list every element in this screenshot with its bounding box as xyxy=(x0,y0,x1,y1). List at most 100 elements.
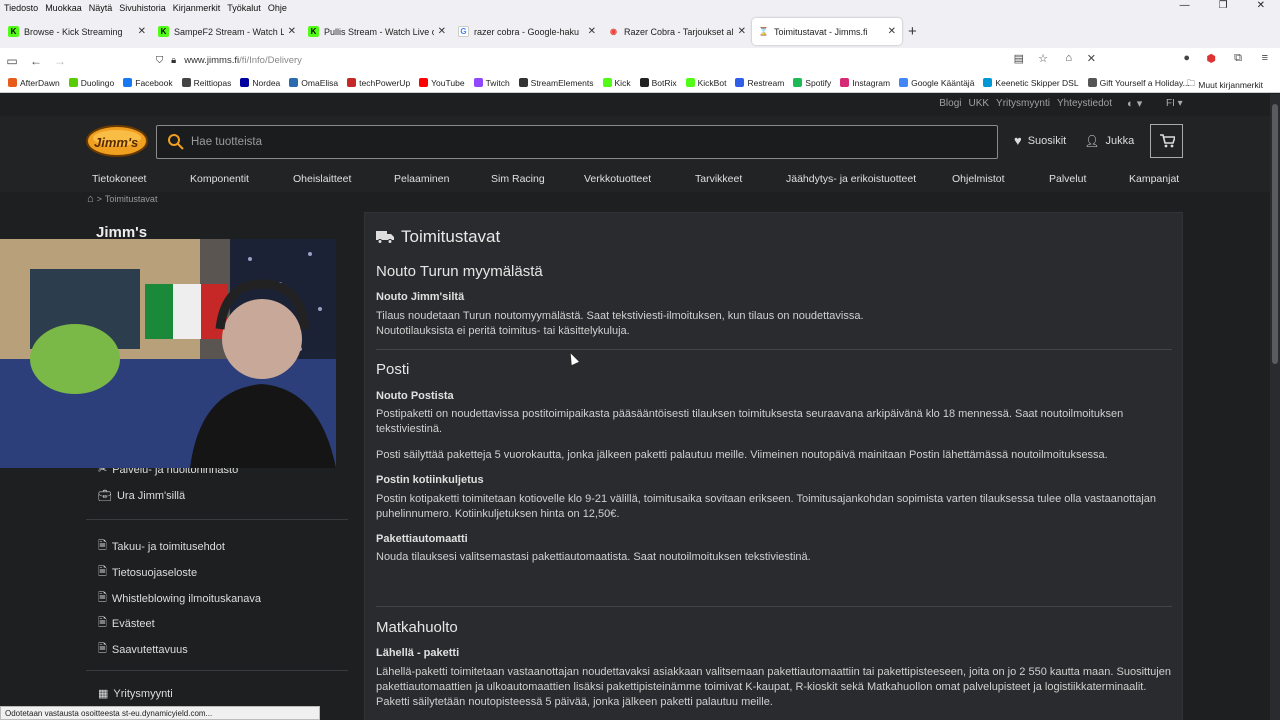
cat-cooling[interactable]: Jäähdytys- ja erikoistuotteet xyxy=(786,173,916,185)
bookmark-item[interactable]: Facebook xyxy=(123,78,173,88)
forward-icon[interactable]: → xyxy=(48,54,72,68)
sidebar-item-privacy[interactable]: 🗎 Tietosuojaseloste xyxy=(98,563,197,582)
building-icon: ▦ xyxy=(98,688,109,700)
cat-software[interactable]: Ohjelmistot xyxy=(952,173,1005,185)
user-icon: 👤︎ xyxy=(1084,133,1100,148)
close-window-icon[interactable]: ✕ xyxy=(1257,0,1265,11)
bookmark-item[interactable]: Restream xyxy=(735,78,784,88)
sidebar-item-cookies[interactable]: 🗎 Evästeet xyxy=(98,614,155,633)
language-select[interactable]: FI ▾ xyxy=(1166,98,1183,109)
bookmark-star-icon[interactable]: ☆ xyxy=(1038,52,1048,65)
cat-peripherals[interactable]: Oheislaitteet xyxy=(293,173,351,185)
close-tab-icon[interactable]: ✕ xyxy=(588,26,596,37)
menu-view[interactable]: Näytä xyxy=(89,3,113,13)
bookmark-label: BotRix xyxy=(651,77,677,88)
close-tab-icon[interactable]: ✕ xyxy=(738,26,746,37)
tab-sampef2[interactable]: K SampeF2 Stream - Watch L ✕ xyxy=(152,18,302,45)
page-scrollbar[interactable] xyxy=(1270,94,1280,720)
menu-bookmarks[interactable]: Kirjanmerkit xyxy=(173,3,221,13)
shield-icon[interactable]: ⛉ xyxy=(156,55,163,66)
bookmark-item[interactable]: AfterDawn xyxy=(8,78,60,88)
tab-razer-offers[interactable]: ◉ Razer Cobra - Tarjoukset alk 36, ✕ xyxy=(602,18,752,45)
link-faq[interactable]: UKK xyxy=(968,98,989,109)
cat-network[interactable]: Verkkotuotteet xyxy=(584,173,651,185)
menu-history[interactable]: Sivuhistoria xyxy=(119,3,166,13)
cat-campaigns[interactable]: Kampanjat xyxy=(1129,173,1179,185)
home-icon[interactable]: ⌂ xyxy=(87,193,94,205)
tab-kick-browse[interactable]: K Browse - Kick Streaming ✕ xyxy=(2,18,152,45)
theme-toggle-icon[interactable]: ◐ ▾ xyxy=(1127,97,1142,110)
cat-computers[interactable]: Tietokoneet xyxy=(92,173,146,185)
sidebar-toggle-icon[interactable]: ▭ xyxy=(0,54,24,68)
link-business-sales[interactable]: Yritysmyynti xyxy=(996,98,1050,109)
stop-icon[interactable]: ✕ xyxy=(1087,52,1096,65)
bookmark-item[interactable]: Nordea xyxy=(240,78,280,88)
bookmark-item[interactable]: Keenetic Skipper DSL xyxy=(983,78,1079,88)
bookmark-item[interactable]: Spotify xyxy=(793,78,831,88)
bookmark-item[interactable]: BotRix xyxy=(639,77,677,88)
maximize-icon[interactable]: ❐ xyxy=(1219,0,1228,11)
heart-icon: ♥ xyxy=(1014,133,1022,148)
cat-services[interactable]: Palvelut xyxy=(1049,173,1086,185)
account-label: Jukka xyxy=(1105,134,1135,147)
lock-icon[interactable]: 🔒︎ xyxy=(171,55,176,66)
menu-icon[interactable]: ≡ xyxy=(1262,52,1268,64)
paragraph: Postipaketti on noudettavissa postitoimi… xyxy=(376,408,1124,435)
menu-edit[interactable]: Muokkaa xyxy=(45,3,82,13)
reader-view-icon[interactable]: ▤ xyxy=(1014,52,1024,65)
extensions-icon[interactable]: ⧉ xyxy=(1234,52,1242,65)
menu-help[interactable]: Ohje xyxy=(268,3,287,13)
home-icon[interactable]: ⌂ xyxy=(1065,52,1072,64)
sidebar-item-business[interactable]: ▦ Yritysmyynti xyxy=(98,687,173,701)
sidebar-item-careers[interactable]: 💼︎ Ura Jimm'sillä xyxy=(98,489,185,503)
cart-button[interactable] xyxy=(1150,124,1183,158)
bookmark-label: AfterDawn xyxy=(20,77,60,88)
sidebar-item-label: Saavutettavuus xyxy=(111,643,188,656)
extension-icon[interactable]: ● xyxy=(1183,52,1190,64)
close-tab-icon[interactable]: ✕ xyxy=(138,26,146,37)
cat-components[interactable]: Komponentit xyxy=(190,173,249,185)
tab-jimms-delivery[interactable]: ⌛ Toimitustavat - Jimms.fi ✕ xyxy=(752,18,902,45)
bookmark-item[interactable]: OmaElisa xyxy=(289,78,338,88)
bookmark-item[interactable]: techPowerUp xyxy=(347,78,410,88)
webcam-overlay xyxy=(0,239,336,468)
cat-accessories[interactable]: Tarvikkeet xyxy=(695,173,742,185)
new-tab-icon[interactable]: + xyxy=(908,23,917,40)
paragraph: Tilaus noudetaan Turun noutomyymälästä. … xyxy=(376,310,864,322)
bookmark-favicon-icon xyxy=(181,78,191,87)
cat-sim-racing[interactable]: Sim Racing xyxy=(491,173,545,185)
other-bookmarks-folder[interactable]: 🗀 Muut kirjanmerkit xyxy=(1187,78,1263,92)
bookmark-item[interactable]: YouTube xyxy=(419,78,465,88)
menu-file[interactable]: Tiedosto xyxy=(4,3,38,13)
bookmark-item[interactable]: Gift Yourself a Holiday... xyxy=(1087,78,1190,88)
tab-pullis[interactable]: K Pullis Stream - Watch Live o ✕ xyxy=(302,18,452,45)
bookmark-item[interactable]: KickBot xyxy=(685,78,726,88)
close-tab-icon[interactable]: ✕ xyxy=(288,26,296,37)
back-icon[interactable]: ← xyxy=(24,54,48,68)
cat-gaming[interactable]: Pelaaminen xyxy=(394,173,449,185)
close-tab-icon[interactable]: ✕ xyxy=(438,26,446,37)
account-button[interactable]: 👤︎ Jukka xyxy=(1084,134,1134,148)
bookmark-item[interactable]: Kick xyxy=(602,78,631,88)
search-input[interactable]: Hae tuotteista xyxy=(156,125,998,159)
url-bar[interactable]: ⛉ 🔒︎ www.jimms.fi/fi/Info/Delivery xyxy=(156,50,1106,71)
bookmark-item[interactable]: Instagram xyxy=(840,78,890,88)
document-icon: 🗎 xyxy=(98,566,107,578)
link-contact[interactable]: Yhteystiedot xyxy=(1057,98,1112,109)
bookmark-item[interactable]: Duolingo xyxy=(68,78,114,88)
bookmark-item[interactable]: StreamElements xyxy=(518,78,594,88)
bookmark-item[interactable]: Twitch xyxy=(473,78,510,88)
scrollbar-thumb[interactable] xyxy=(1272,104,1278,364)
sidebar-item-warranty-terms[interactable]: 🗎 Takuu- ja toimitusehdot xyxy=(98,537,225,556)
tab-google-search[interactable]: G razer cobra - Google-haku ✕ xyxy=(452,18,602,45)
bookmark-item[interactable]: Google Kääntäjä xyxy=(899,78,974,88)
favorites-button[interactable]: ♥ Suosikit xyxy=(1014,133,1066,148)
sidebar-item-accessibility[interactable]: 🗎 Saavutettavuus xyxy=(98,640,188,659)
close-tab-icon[interactable]: ✕ xyxy=(888,26,896,37)
link-blog[interactable]: Blogi xyxy=(939,98,961,109)
minimize-icon[interactable]: — xyxy=(1180,0,1190,11)
adblock-icon[interactable]: ⬢ xyxy=(1206,52,1216,65)
sidebar-item-whistleblowing[interactable]: 🗎 Whistleblowing ilmoituskanava xyxy=(98,589,261,608)
menu-tools[interactable]: Työkalut xyxy=(227,3,261,13)
bookmark-item[interactable]: Reittiopas xyxy=(181,78,231,88)
